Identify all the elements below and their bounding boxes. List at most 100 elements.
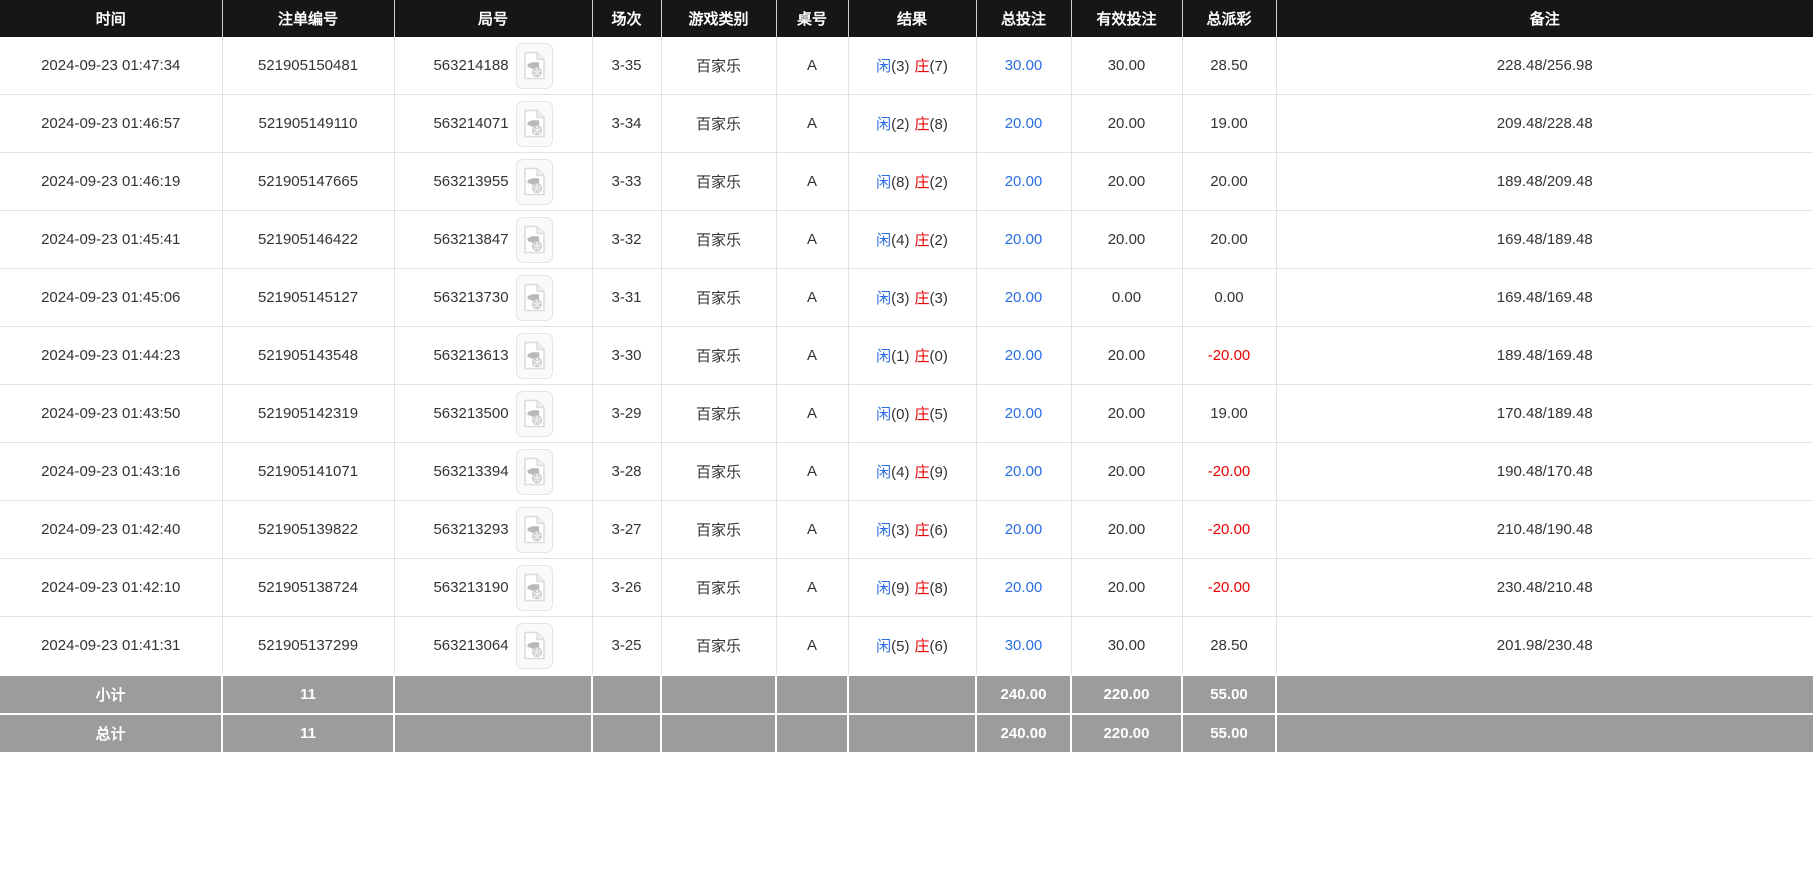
cell-round: 563213730 (394, 269, 592, 327)
cell-time: 2024-09-23 01:42:40 (0, 501, 222, 559)
table-row: 2024-09-23 01:43:16 521905141071 5632133… (0, 443, 1813, 501)
cell-game: 百家乐 (661, 95, 776, 153)
round-number: 563214188 (433, 57, 508, 74)
cell-remark: 169.48/169.48 (1276, 269, 1813, 327)
cell-result: 闲(4)庄(9) (848, 443, 976, 501)
cell-table-no: A (776, 327, 848, 385)
video-file-icon (523, 631, 546, 660)
banker-result-points: (8) (930, 116, 948, 133)
total-row: 总计 11 240.00 220.00 55.00 (0, 714, 1813, 752)
total-valid-bet: 220.00 (1071, 714, 1182, 752)
cell-remark: 201.98/230.48 (1276, 617, 1813, 676)
cell-round: 563214188 (394, 37, 592, 95)
round-number: 563213847 (433, 231, 508, 248)
cell-payout: 0.00 (1182, 269, 1276, 327)
video-replay-button[interactable] (516, 565, 553, 611)
cell-session: 3-31 (592, 269, 661, 327)
cell-total-bet: 30.00 (976, 617, 1071, 676)
player-result-points: (3) (891, 58, 909, 75)
video-replay-button[interactable] (516, 507, 553, 553)
cell-result: 闲(3)庄(3) (848, 269, 976, 327)
banker-result-label: 庄 (915, 580, 930, 597)
cell-table-no: A (776, 95, 848, 153)
subtotal-total-bet: 240.00 (976, 675, 1071, 714)
cell-total-bet: 20.00 (976, 385, 1071, 443)
total-empty-session (592, 714, 661, 752)
subtotal-valid-bet: 220.00 (1071, 675, 1182, 714)
cell-total-bet: 20.00 (976, 443, 1071, 501)
cell-time: 2024-09-23 01:45:41 (0, 211, 222, 269)
cell-table-no: A (776, 501, 848, 559)
round-number: 563214071 (433, 115, 508, 132)
round-number: 563213190 (433, 579, 508, 596)
cell-game: 百家乐 (661, 269, 776, 327)
player-result-points: (4) (891, 464, 909, 481)
column-header-table_no: 桌号 (776, 0, 848, 37)
player-result-label: 闲 (876, 116, 891, 133)
cell-game: 百家乐 (661, 211, 776, 269)
player-result-points: (8) (891, 174, 909, 191)
cell-round: 563214071 (394, 95, 592, 153)
header-row: 时间注单编号局号场次游戏类别桌号结果总投注有效投注总派彩备注 (0, 0, 1813, 37)
cell-total-bet: 20.00 (976, 95, 1071, 153)
total-empty-remark (1276, 714, 1813, 752)
cell-order-no: 521905150481 (222, 37, 394, 95)
video-replay-button[interactable] (516, 333, 553, 379)
video-replay-button[interactable] (516, 391, 553, 437)
column-header-round_no: 局号 (394, 0, 592, 37)
subtotal-payout: 55.00 (1182, 675, 1276, 714)
table-row: 2024-09-23 01:46:57 521905149110 5632140… (0, 95, 1813, 153)
table-row: 2024-09-23 01:42:10 521905138724 5632131… (0, 559, 1813, 617)
player-result-points: (3) (891, 290, 909, 307)
banker-result-points: (9) (930, 464, 948, 481)
banker-result-label: 庄 (915, 290, 930, 307)
round-number: 563213730 (433, 289, 508, 306)
cell-remark: 189.48/169.48 (1276, 327, 1813, 385)
bet-records-table: 时间注单编号局号场次游戏类别桌号结果总投注有效投注总派彩备注 2024-09-2… (0, 0, 1813, 752)
banker-result-label: 庄 (915, 406, 930, 423)
video-file-icon (523, 341, 546, 370)
cell-payout: 19.00 (1182, 95, 1276, 153)
round-number: 563213955 (433, 173, 508, 190)
cell-order-no: 521905147665 (222, 153, 394, 211)
cell-remark: 190.48/170.48 (1276, 443, 1813, 501)
video-replay-button[interactable] (516, 159, 553, 205)
cell-total-bet: 20.00 (976, 211, 1071, 269)
total-payout: 55.00 (1182, 714, 1276, 752)
player-result-points: (5) (891, 638, 909, 655)
banker-result-points: (2) (930, 174, 948, 191)
table-row: 2024-09-23 01:45:06 521905145127 5632137… (0, 269, 1813, 327)
cell-payout: 28.50 (1182, 37, 1276, 95)
cell-session: 3-35 (592, 37, 661, 95)
video-replay-button[interactable] (516, 449, 553, 495)
cell-time: 2024-09-23 01:42:10 (0, 559, 222, 617)
cell-table-no: A (776, 211, 848, 269)
video-replay-button[interactable] (516, 43, 553, 89)
total-label: 总计 (0, 714, 222, 752)
total-count: 11 (222, 714, 394, 752)
cell-result: 闲(9)庄(8) (848, 559, 976, 617)
cell-round: 563213500 (394, 385, 592, 443)
cell-valid-bet: 20.00 (1071, 153, 1182, 211)
round-number: 563213293 (433, 521, 508, 538)
cell-payout: 19.00 (1182, 385, 1276, 443)
video-replay-button[interactable] (516, 217, 553, 263)
video-replay-button[interactable] (516, 623, 553, 669)
player-result-label: 闲 (876, 58, 891, 75)
table-row: 2024-09-23 01:45:41 521905146422 5632138… (0, 211, 1813, 269)
video-file-icon (523, 457, 546, 486)
player-result-points: (2) (891, 116, 909, 133)
cell-game: 百家乐 (661, 501, 776, 559)
banker-result-points: (6) (930, 638, 948, 655)
column-header-order_no: 注单编号 (222, 0, 394, 37)
player-result-label: 闲 (876, 232, 891, 249)
cell-total-bet: 20.00 (976, 269, 1071, 327)
cell-session: 3-25 (592, 617, 661, 676)
banker-result-label: 庄 (915, 638, 930, 655)
player-result-points: (0) (891, 406, 909, 423)
banker-result-label: 庄 (915, 348, 930, 365)
video-replay-button[interactable] (516, 101, 553, 147)
video-replay-button[interactable] (516, 275, 553, 321)
table-row: 2024-09-23 01:43:50 521905142319 5632135… (0, 385, 1813, 443)
cell-payout: -20.00 (1182, 443, 1276, 501)
